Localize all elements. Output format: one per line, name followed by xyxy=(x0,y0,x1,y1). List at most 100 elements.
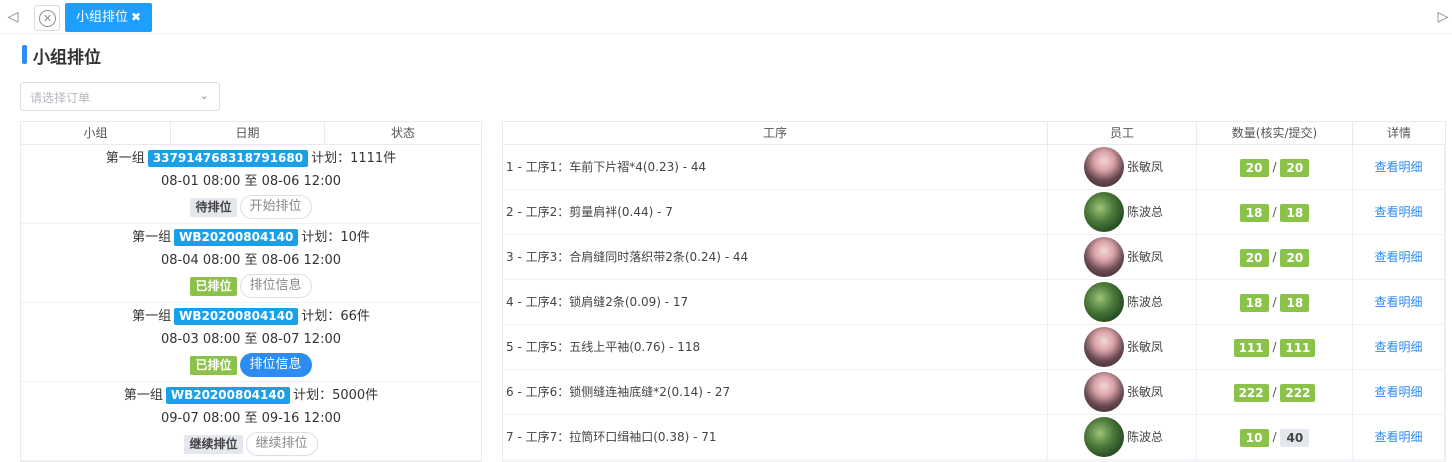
group-name: 第一组 xyxy=(123,388,163,403)
order-summary: 第一组 WB20200804140 计划：5000件 xyxy=(21,386,481,406)
order-number-badge: WB20200804140 xyxy=(165,387,291,404)
view-detail-link[interactable]: 查看明细 xyxy=(1353,415,1445,459)
order-number-badge: WB20200804140 xyxy=(174,229,299,246)
avatar xyxy=(1084,192,1124,232)
view-detail-link[interactable]: 查看明细 xyxy=(1353,145,1445,189)
chevron-down-icon: ⌄ xyxy=(199,89,209,102)
table-row: 7 - 工序7：拉筒环口缉袖口(0.38) - 71 陈波总 10 / 40 查看明细 xyxy=(503,415,1445,460)
process-name: 5 - 工序5：五线上平袖(0.76) - 118 xyxy=(503,325,1048,369)
order-select[interactable]: 请选择订单 ⌄ xyxy=(20,82,220,111)
scroll-right-icon[interactable]: ▷ xyxy=(1436,8,1450,26)
header-group: 小组 xyxy=(21,122,171,144)
quantity-separator: / xyxy=(1272,385,1277,399)
view-detail-link[interactable]: 查看明细 xyxy=(1353,370,1445,414)
date-range: 08-04 08:00 至 08-06 12:00 xyxy=(160,253,341,268)
tab-group-ranking[interactable]: 小组排位 ✖ xyxy=(65,3,152,32)
quantity-separator: / xyxy=(1272,340,1277,354)
employee-cell: 陈波总 xyxy=(1048,280,1197,324)
close-all-tabs-button[interactable]: ✕ xyxy=(34,5,60,31)
quantity-cell: 222 / 222 xyxy=(1197,370,1353,414)
quantity-cell: 111 / 111 xyxy=(1197,325,1353,369)
tab-close-icon[interactable]: ✖ xyxy=(131,3,141,32)
ranking-action-button[interactable]: 继续排位 xyxy=(245,432,318,456)
status-cell: 待排位 开始排位 xyxy=(21,195,481,219)
status-badge: 已排位 xyxy=(190,355,237,375)
ranking-action-button[interactable]: 排位信息 xyxy=(239,274,312,298)
header-employee: 员工 xyxy=(1048,122,1197,144)
table-row: 3 - 工序3：合肩缝同时落织带2条(0.24) - 44 张敏凤 20 / 20 查… xyxy=(503,235,1445,280)
status-badge: 继续排位 xyxy=(184,434,243,454)
verified-quantity-badge: 111 xyxy=(1233,338,1269,357)
employee-name: 陈波总 xyxy=(1127,295,1164,309)
table-row: 2 - 工序2：剪量肩袢(0.44) - 7 陈波总 18 / 18 查看明细 xyxy=(503,190,1445,235)
page-title: 小组排位 xyxy=(33,48,101,68)
order-summary: 第一组 WB20200804140 计划：10件 xyxy=(21,228,481,248)
employee-cell: 张敏凤 xyxy=(1048,325,1197,369)
submitted-quantity-badge: 40 xyxy=(1280,428,1310,447)
table-row: 第一组 WB20200804140 计划：10件 08-04 08:00 至 08-0… xyxy=(21,224,481,303)
verified-quantity-badge: 222 xyxy=(1233,383,1269,402)
employee-cell: 陈波总 xyxy=(1048,415,1197,459)
header-quantity: 数量(核实/提交) xyxy=(1197,122,1353,144)
employee-cell: 张敏凤 xyxy=(1048,145,1197,189)
process-name: 2 - 工序2：剪量肩袢(0.44) - 7 xyxy=(503,190,1048,234)
order-table-body: 第一组 337914768318791680 计划：1111件 08-01 08:00… xyxy=(21,145,481,461)
quantity-separator: / xyxy=(1272,160,1277,174)
scroll-left-icon[interactable]: ◁ xyxy=(6,8,20,26)
table-row: 1 - 工序1：车前下片褶*4(0.23) - 44 张敏凤 20 / 20 查看明细 xyxy=(503,145,1445,190)
submitted-quantity-badge: 111 xyxy=(1280,338,1316,357)
group-name: 第一组 xyxy=(132,309,172,324)
order-table-header: 小组 日期 状态 xyxy=(21,122,481,145)
ranking-action-button[interactable]: 开始排位 xyxy=(239,195,312,219)
employee-name: 张敏凤 xyxy=(1127,250,1164,264)
date-range: 08-03 08:00 至 08-07 12:00 xyxy=(160,332,341,347)
view-detail-link[interactable]: 查看明细 xyxy=(1353,280,1445,324)
verified-quantity-badge: 20 xyxy=(1239,158,1269,177)
status-cell: 继续排位 继续排位 xyxy=(21,432,481,456)
quantity-separator: / xyxy=(1272,430,1277,444)
view-detail-link[interactable]: 查看明细 xyxy=(1353,325,1445,369)
quantity-separator: / xyxy=(1272,295,1277,309)
view-detail-link[interactable]: 查看明细 xyxy=(1353,235,1445,279)
process-table-header: 工序 员工 数量(核实/提交) 详情 xyxy=(503,122,1445,145)
plan-quantity: 计划：1111件 xyxy=(311,151,397,166)
quantity-cell: 20 / 20 xyxy=(1197,235,1353,279)
process-table: 工序 员工 数量(核实/提交) 详情 1 - 工序1：车前下片褶*4(0.23)… xyxy=(502,121,1446,462)
process-name: 6 - 工序6：锁侧缝连袖底缝*2(0.14) - 27 xyxy=(503,370,1048,414)
employee-cell: 张敏凤 xyxy=(1048,370,1197,414)
header-status: 状态 xyxy=(390,126,415,140)
status-cell: 已排位 排位信息 xyxy=(21,274,481,298)
table-row: 第一组 337914768318791680 计划：1111件 08-01 08:00… xyxy=(21,145,481,224)
order-table: 小组 日期 状态 第一组 337914768318791680 计划：1111件 08… xyxy=(20,121,482,462)
group-name: 第一组 xyxy=(105,151,145,166)
ranking-action-button[interactable]: 排位信息 xyxy=(239,353,312,377)
verified-quantity-badge: 18 xyxy=(1239,293,1269,312)
group-name: 第一组 xyxy=(132,230,172,245)
verified-quantity-badge: 10 xyxy=(1239,428,1269,447)
quantity-cell: 18 / 18 xyxy=(1197,190,1353,234)
submitted-quantity-badge: 20 xyxy=(1280,158,1310,177)
order-summary: 第一组 337914768318791680 计划：1111件 xyxy=(21,149,481,169)
avatar xyxy=(1084,417,1124,457)
quantity-separator: / xyxy=(1272,205,1277,219)
verified-quantity-badge: 20 xyxy=(1239,248,1269,267)
employee-cell: 陈波总 xyxy=(1048,190,1197,234)
header-process: 工序 xyxy=(503,122,1048,144)
process-name: 7 - 工序7：拉筒环口缉袖口(0.38) - 71 xyxy=(503,415,1048,459)
view-detail-link[interactable]: 查看明细 xyxy=(1353,190,1445,234)
submitted-quantity-badge: 18 xyxy=(1280,293,1310,312)
verified-quantity-badge: 18 xyxy=(1239,203,1269,222)
table-row: 6 - 工序6：锁侧缝连袖底缝*2(0.14) - 27 张敏凤 222 / 222… xyxy=(503,370,1445,415)
avatar xyxy=(1084,147,1124,187)
process-name: 1 - 工序1：车前下片褶*4(0.23) - 44 xyxy=(503,145,1048,189)
plan-quantity: 计划：5000件 xyxy=(293,388,379,403)
status-cell: 已排位 排位信息 xyxy=(21,353,481,377)
header-detail: 详情 xyxy=(1386,126,1411,140)
quantity-cell: 18 / 18 xyxy=(1197,280,1353,324)
header-date: 日期 xyxy=(171,122,325,144)
avatar xyxy=(1084,372,1124,412)
process-name: 3 - 工序3：合肩缝同时落织带2条(0.24) - 44 xyxy=(503,235,1048,279)
close-icon: ✕ xyxy=(39,10,56,27)
employee-name: 张敏凤 xyxy=(1127,160,1164,174)
tab-label: 小组排位 xyxy=(76,10,129,25)
